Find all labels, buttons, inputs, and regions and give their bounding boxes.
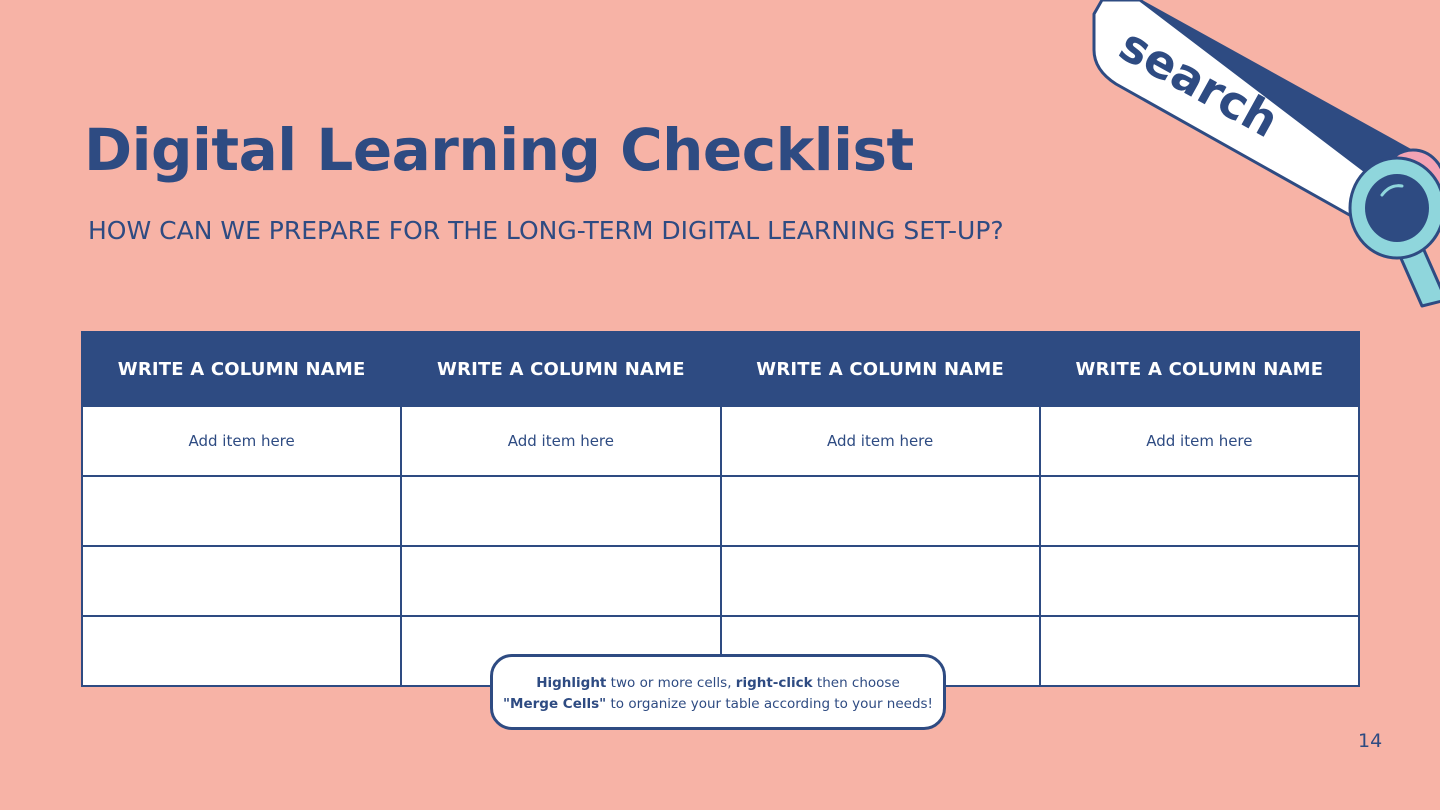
tip-text: two or more cells, bbox=[606, 675, 736, 691]
page-number: 14 bbox=[1358, 730, 1383, 752]
column-header[interactable]: WRITE A COLUMN NAME bbox=[400, 331, 722, 407]
table-cell[interactable] bbox=[1038, 475, 1361, 547]
table-cell[interactable] bbox=[80, 615, 403, 687]
tip-text: to organize your table according to your… bbox=[606, 696, 933, 712]
column-header[interactable]: WRITE A COLUMN NAME bbox=[80, 331, 403, 407]
magnifier-icon bbox=[1348, 148, 1440, 308]
table-cell[interactable] bbox=[80, 475, 403, 547]
table-cell[interactable] bbox=[719, 545, 1041, 617]
table-cell[interactable] bbox=[400, 475, 722, 547]
table-cell[interactable] bbox=[719, 475, 1041, 547]
table-cell[interactable] bbox=[400, 545, 722, 617]
table-cell[interactable] bbox=[1038, 545, 1361, 617]
table-cell[interactable]: Add item here bbox=[1038, 405, 1361, 477]
slide-title: Digital Learning Checklist bbox=[84, 116, 914, 184]
table-cell[interactable] bbox=[80, 545, 403, 617]
table-row bbox=[80, 545, 1361, 617]
tip-highlight: Highlight bbox=[536, 675, 607, 691]
table-row: Add item here Add item here Add item her… bbox=[80, 405, 1361, 477]
table-cell[interactable] bbox=[1038, 615, 1361, 687]
table-cell[interactable]: Add item here bbox=[80, 405, 403, 477]
magnifier-glass bbox=[1365, 174, 1429, 242]
tip-right-click: right-click bbox=[735, 675, 813, 691]
checklist-table: WRITE A COLUMN NAME WRITE A COLUMN NAME … bbox=[80, 331, 1361, 687]
tip-text: then choose bbox=[812, 675, 900, 691]
table-cell[interactable]: Add item here bbox=[400, 405, 722, 477]
column-header[interactable]: WRITE A COLUMN NAME bbox=[719, 331, 1041, 407]
magnifier-search-bar-icon: search bbox=[1092, 0, 1440, 308]
column-header[interactable]: WRITE A COLUMN NAME bbox=[1038, 331, 1361, 407]
table-cell[interactable]: Add item here bbox=[719, 405, 1041, 477]
table-header-row: WRITE A COLUMN NAME WRITE A COLUMN NAME … bbox=[80, 331, 1361, 407]
table-row bbox=[80, 475, 1361, 547]
slide-subtitle: HOW CAN WE PREPARE FOR THE LONG-TERM DIG… bbox=[88, 216, 1004, 245]
merge-cells-tip: Highlight two or more cells, right-click… bbox=[490, 654, 946, 730]
tip-merge-cells: "Merge Cells" bbox=[503, 696, 607, 712]
